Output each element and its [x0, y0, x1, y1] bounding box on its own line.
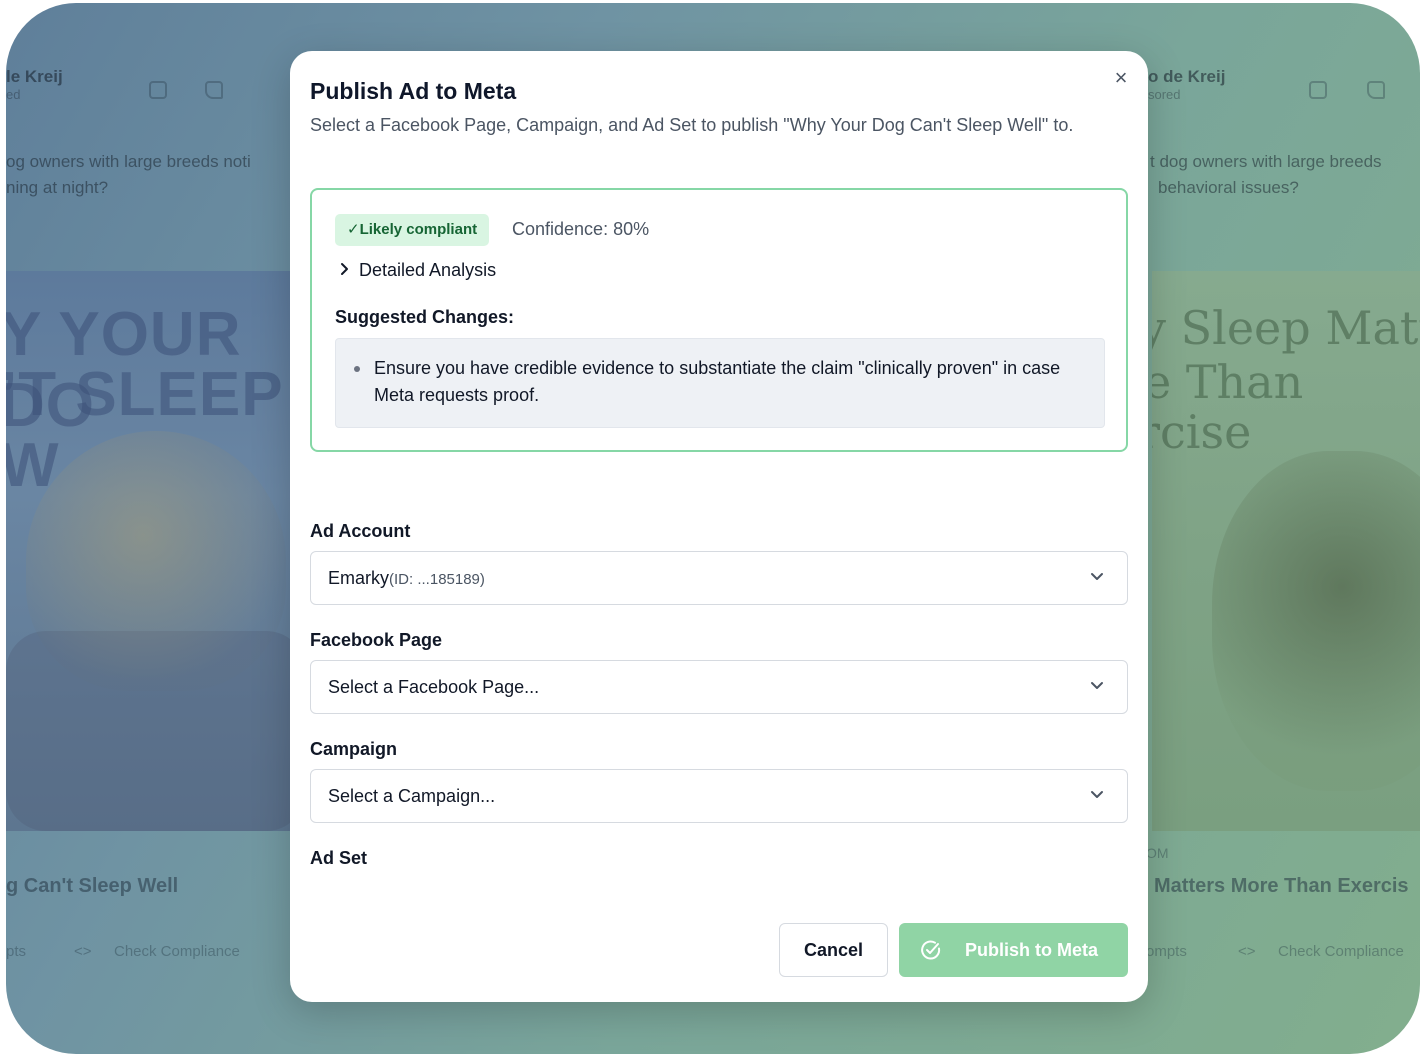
check-circle-icon	[921, 940, 941, 960]
chevron-down-icon	[1091, 573, 1103, 580]
chevron-down-icon	[1091, 791, 1103, 798]
bg-right-hero-line: y Sleep Matter	[1152, 301, 1420, 355]
bullet-icon	[354, 366, 360, 372]
bg-right-card-header: o de Kreij sored	[1148, 67, 1225, 102]
ad-account-select[interactable]: Emarky(ID: ...185189)	[310, 551, 1128, 605]
chevron-right-icon	[339, 262, 359, 281]
detailed-analysis-toggle[interactable]: Detailed Analysis	[339, 260, 496, 281]
ad-account-name: Emarky	[328, 568, 390, 588]
bg-right-check-compliance: Check Compliance	[1278, 943, 1404, 960]
bg-dog-image	[26, 431, 286, 691]
campaign-select[interactable]: Select a Campaign...	[310, 769, 1128, 823]
publish-button-label: Publish to Meta	[965, 940, 1099, 960]
bg-right-text-line: t dog owners with large breeds	[1150, 152, 1382, 171]
bg-copy-icon	[149, 81, 167, 99]
publish-button[interactable]: Publish to Meta	[899, 923, 1128, 977]
suggested-changes-heading: Suggested Changes:	[335, 307, 515, 327]
bg-left-ad-image: Y YOUR DO ’T SLEEP W	[6, 271, 306, 831]
bg-right-footer-prompts: ompts	[1146, 943, 1187, 960]
publish-modal: × Publish Ad to Meta Select a Facebook P…	[290, 51, 1148, 1002]
close-icon[interactable]: ×	[1110, 67, 1132, 89]
modal-description: Select a Facebook Page, Campaign, and Ad…	[310, 115, 1074, 135]
ad-account-value: Emarky(ID: ...185189)	[328, 568, 485, 589]
bg-right-ad-image: y Sleep Matter e Than rcise	[1152, 271, 1420, 831]
confidence-text: Confidence: 80%	[512, 219, 650, 239]
ad-account-id: (ID: ...185189)	[389, 571, 485, 588]
bg-right-author: o de Kreij	[1148, 67, 1226, 86]
bg-right-hero-line: rcise	[1152, 405, 1252, 459]
bg-left-code-icon: <>	[74, 943, 92, 960]
facebook-page-select[interactable]: Select a Facebook Page...	[310, 660, 1128, 714]
compliance-panel: ✓Likely compliant Confidence: 80% Detail…	[310, 188, 1128, 452]
bg-right-domain: OM	[1146, 845, 1169, 861]
bg-left-text: og owners with large breeds noti ning at…	[6, 149, 251, 201]
facebook-page-label: Facebook Page	[310, 630, 443, 650]
bg-left-author: le Kreij	[6, 67, 63, 86]
suggestion-item: Ensure you have credible evidence to sub…	[374, 358, 1061, 405]
compliance-badge: ✓Likely compliant	[335, 214, 490, 246]
suggested-changes-list: Ensure you have credible evidence to sub…	[335, 338, 1105, 428]
bg-left-footer-prompts: pts	[6, 943, 27, 960]
bg-right-hero-line: e Than	[1152, 355, 1304, 409]
cancel-button[interactable]: Cancel	[779, 923, 888, 977]
campaign-label: Campaign	[310, 739, 398, 759]
bg-left-card-header: le Kreij ed	[6, 67, 63, 102]
campaign-placeholder: Select a Campaign...	[328, 786, 496, 806]
bg-right-sponsored: sored	[1148, 87, 1181, 102]
facebook-page-placeholder: Select a Facebook Page...	[328, 677, 540, 697]
bg-thumbs-up-icon	[205, 81, 223, 99]
bg-left-sponsored: ed	[6, 87, 21, 102]
bg-copy-icon	[1309, 81, 1327, 99]
bg-right-text: t dog owners with large breeds behaviora…	[1150, 149, 1382, 201]
bg-left-text-line: ning at night?	[6, 178, 109, 197]
modal-title: Publish Ad to Meta	[310, 78, 517, 104]
bg-left-ad-title: g Can't Sleep Well	[6, 875, 179, 897]
ad-account-label: Ad Account	[310, 521, 411, 541]
bg-right-code-icon: <>	[1238, 943, 1256, 960]
detailed-analysis-label: Detailed Analysis	[359, 260, 497, 280]
bg-thumbs-up-icon	[1367, 81, 1385, 99]
bg-left-text-line: og owners with large breeds noti	[6, 152, 251, 171]
bg-dog-image	[1212, 451, 1420, 791]
bg-right-ad-title: Matters More Than Exercis	[1154, 875, 1409, 897]
bg-right-text-line: behavioral issues?	[1158, 178, 1299, 197]
chevron-down-icon	[1091, 682, 1103, 689]
ad-set-label: Ad Set	[310, 848, 368, 868]
bg-left-check-compliance: Check Compliance	[114, 943, 240, 960]
